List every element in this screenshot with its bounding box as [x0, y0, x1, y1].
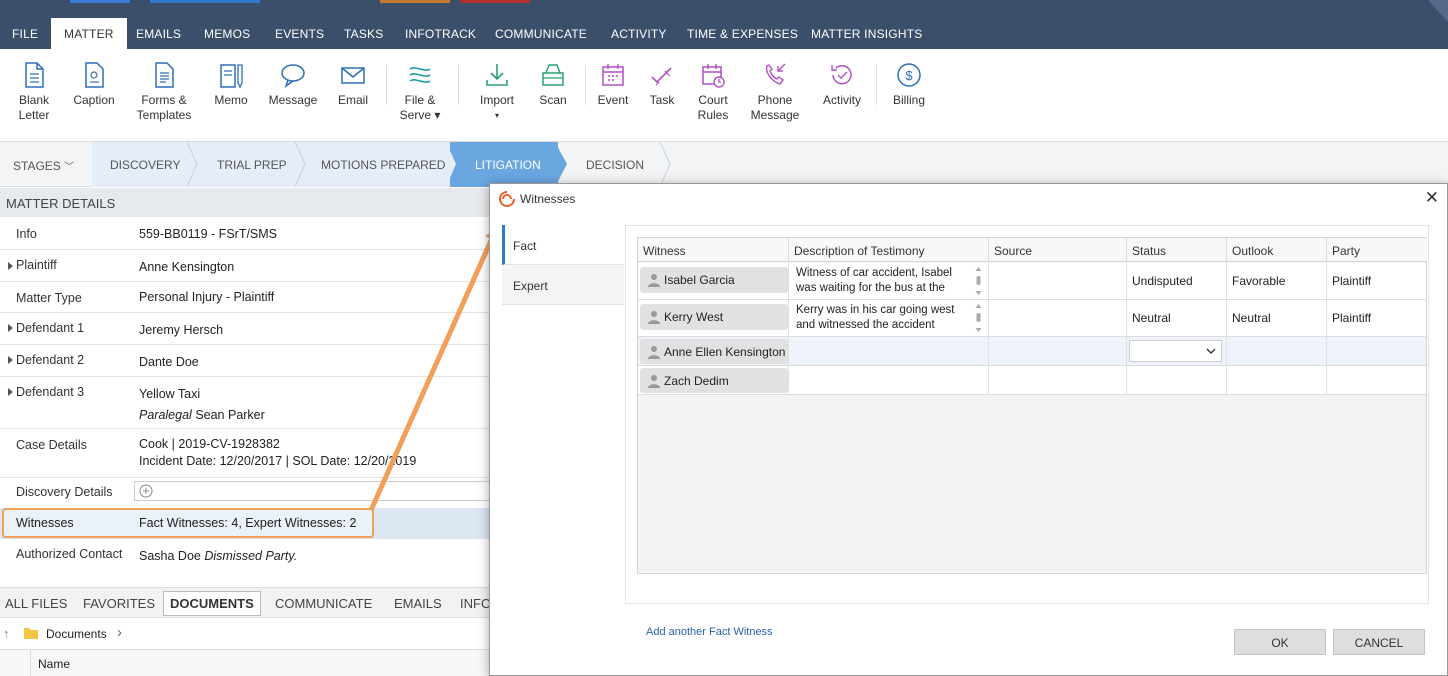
witness-grid: Witness Description of Testimony Source …	[637, 237, 1427, 574]
witness-cell: Zach Dedim	[638, 366, 789, 394]
tab-expert[interactable]: Expert	[502, 265, 624, 305]
witness-name: Anne Ellen Kensington	[664, 345, 786, 359]
description-text: Witness of car accident, Isabel was wait…	[796, 267, 952, 294]
witness-name: Zach Dedim	[664, 374, 729, 388]
column-header-source[interactable]: Source	[989, 238, 1127, 262]
person-icon	[648, 274, 660, 287]
description-cell[interactable]: Kerry was in his car going west and witn…	[789, 300, 989, 336]
party-cell[interactable]: Plaintiff	[1327, 263, 1426, 299]
column-header-description[interactable]: Description of Testimony	[789, 238, 989, 262]
tab-fact[interactable]: Fact	[502, 225, 624, 265]
status-cell[interactable]	[1127, 366, 1227, 394]
outlook-cell[interactable]	[1227, 337, 1327, 365]
status-cell	[1127, 337, 1227, 365]
column-header-outlook[interactable]: Outlook	[1227, 238, 1327, 262]
column-header-party[interactable]: Party	[1327, 238, 1427, 262]
ok-button[interactable]: OK	[1234, 629, 1326, 655]
fact-witness-panel: Witness Description of Testimony Source …	[625, 225, 1429, 638]
witness-cell: Isabel Garcia	[638, 263, 789, 299]
witness-chip[interactable]: Kerry West	[640, 304, 788, 330]
status-cell[interactable]: Neutral	[1127, 300, 1227, 336]
dialog-title: Witnesses	[520, 192, 576, 206]
outlook-cell[interactable]	[1227, 366, 1327, 394]
witness-cell: Anne Ellen Kensington	[638, 337, 789, 365]
status-cell[interactable]: Undisputed	[1127, 263, 1227, 299]
witness-chip[interactable]: Isabel Garcia	[640, 267, 788, 293]
description-text: Kerry was in his car going west and witn…	[796, 304, 955, 331]
scrollbar[interactable]	[974, 303, 983, 333]
column-header-witness[interactable]: Witness	[638, 238, 789, 262]
person-icon	[648, 375, 660, 388]
outlook-cell[interactable]: Neutral	[1227, 300, 1327, 336]
status-select[interactable]	[1129, 340, 1222, 362]
description-cell[interactable]	[789, 337, 989, 365]
party-cell[interactable]	[1327, 366, 1426, 394]
source-cell[interactable]	[989, 263, 1127, 299]
table-row[interactable]: Isabel Garcia Witness of car accident, I…	[638, 263, 1426, 300]
source-cell[interactable]	[989, 300, 1127, 336]
person-icon	[648, 311, 660, 324]
witness-cell: Kerry West	[638, 300, 789, 336]
column-header-status[interactable]: Status	[1127, 238, 1227, 262]
witness-chip[interactable]: Anne Ellen Kensington	[640, 339, 788, 364]
party-cell[interactable]	[1327, 337, 1426, 365]
witness-name: Kerry West	[664, 310, 724, 324]
witness-name: Isabel Garcia	[664, 273, 735, 287]
cancel-button[interactable]: CANCEL	[1333, 629, 1425, 655]
person-icon	[648, 346, 660, 359]
table-row[interactable]: Anne Ellen Kensington	[638, 337, 1426, 366]
table-row[interactable]: Zach Dedim	[638, 366, 1426, 395]
witness-chip[interactable]: Zach Dedim	[640, 368, 788, 393]
description-cell[interactable]	[789, 366, 989, 394]
chevron-down-icon	[1206, 348, 1216, 354]
party-cell[interactable]: Plaintiff	[1327, 300, 1426, 336]
witness-type-tabs: Fact Expert	[502, 225, 624, 305]
witnesses-dialog: Witnesses ✕ Fact Expert Witness Descript…	[489, 183, 1448, 676]
table-row[interactable]: Kerry West Kerry was in his car going we…	[638, 300, 1426, 337]
outlook-cell[interactable]: Favorable	[1227, 263, 1327, 299]
app-logo-icon	[499, 191, 515, 207]
description-cell[interactable]: Witness of car accident, Isabel was wait…	[789, 263, 989, 299]
close-icon[interactable]: ✕	[1425, 188, 1439, 208]
add-fact-witness-link[interactable]: Add another Fact Witness	[646, 626, 773, 638]
source-cell[interactable]	[989, 366, 1127, 394]
scrollbar[interactable]	[974, 266, 983, 296]
source-cell[interactable]	[989, 337, 1127, 365]
